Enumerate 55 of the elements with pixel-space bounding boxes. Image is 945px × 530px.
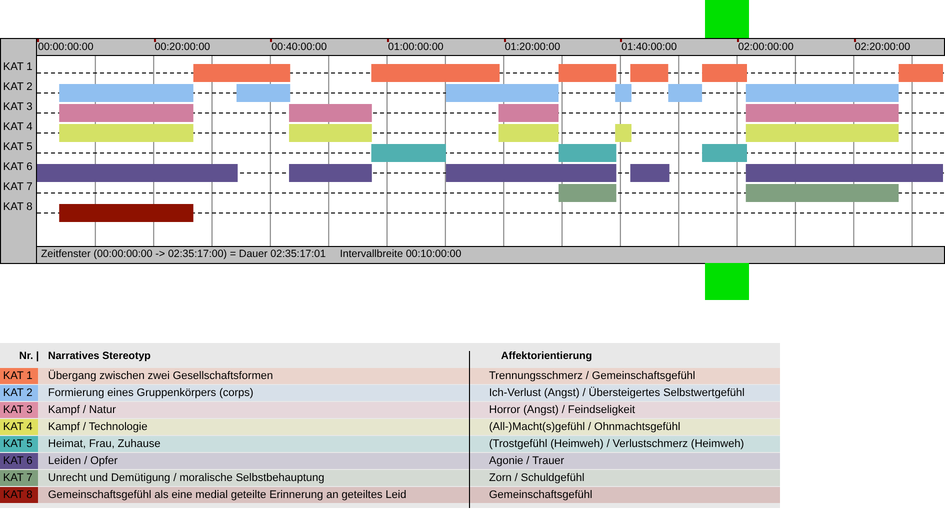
axis-tick-label: 02:00:00:00 <box>738 41 794 53</box>
category-badge: KAT 2 <box>0 384 38 401</box>
tick-mark <box>854 39 856 42</box>
affect-text: Trennungsschmerz / Gemeinschaftsgefühl <box>488 368 696 384</box>
category-badge: KAT 7 <box>0 470 38 486</box>
column-header: Narratives Stereotyp <box>47 349 152 364</box>
time-window-text: Zeitfenster (00:00:00:00 -> 02:35:17:00) = Dauer 02:35:17:01 <box>41 247 326 262</box>
stereotype-text: Übergang zwischen zwei Gesellschaftsformen <box>47 368 274 384</box>
category-badge: KAT 4 <box>0 418 38 435</box>
row-label: KAT 4 <box>2 121 33 133</box>
tick-mark <box>270 39 272 42</box>
stereotype-text: Heimat, Frau, Zuhause <box>47 436 162 452</box>
tick-mark <box>387 39 390 42</box>
interval-text: Intervallbreite 00:10:00:00 <box>340 247 462 262</box>
tick-mark <box>620 39 622 42</box>
tick-mark <box>37 39 39 42</box>
stereotype-text: Leiden / Opfer <box>47 454 119 468</box>
row-label: KAT 2 <box>2 81 33 93</box>
category-badge: KAT 6 <box>0 452 38 469</box>
stereotype-text: Formierung eines Gruppenkörpers (corps) <box>47 386 254 400</box>
axis-tick-label: 01:00:00:00 <box>388 41 444 53</box>
tick-mark <box>737 39 740 42</box>
category-badge: KAT 1 <box>0 368 38 384</box>
affect-text: Agonie / Trauer <box>488 454 564 468</box>
stereotype-text: Kampf / Technologie <box>47 420 148 434</box>
axis-tick-label: 02:20:00:00 <box>854 41 910 53</box>
axis-tick-label: 01:20:00:00 <box>504 41 560 53</box>
row-label: KAT 3 <box>2 101 33 113</box>
affect-text: Gemeinschaftsgefühl <box>488 488 592 502</box>
highlight-marker <box>705 263 749 300</box>
column-header: Nr. | <box>18 349 40 364</box>
axis-tick-label: 00:00:00:00 <box>38 41 94 53</box>
row-label: KAT 8 <box>2 201 33 213</box>
stereotype-text: Unrecht und Demütigung / moralische Selbstbehauptung <box>47 470 326 486</box>
row-label: KAT 6 <box>2 161 33 173</box>
affect-text: Horror (Angst) / Feindseligkeit <box>488 402 636 418</box>
tick-mark <box>504 39 506 42</box>
row-label: KAT 1 <box>2 61 33 73</box>
axis-tick-label: 01:40:00:00 <box>621 41 677 53</box>
affect-text: (All-)Macht(s)gefühl / Ohnmachtsgefühl <box>488 420 680 434</box>
affect-text: Ich-Verlust (Angst) / Übersteigertes Selbstwertgefühl <box>488 386 745 400</box>
category-badge: KAT 3 <box>0 402 38 418</box>
stereotype-text: Gemeinschaftsgefühl als eine medial geteilte Erinnerung an geteiltes Leid <box>47 488 408 502</box>
row-label: KAT 5 <box>2 141 33 153</box>
category-badge: KAT 5 <box>0 436 38 452</box>
column-header: Affektorientierung <box>500 349 592 364</box>
highlight-marker <box>705 0 749 38</box>
affect-text: Zorn / Schuldgefühl <box>488 470 584 486</box>
category-badge: KAT 8 <box>0 486 38 503</box>
row-label: KAT 7 <box>2 181 33 193</box>
axis-tick-label: 00:20:00:00 <box>154 41 210 53</box>
axis-tick-label: 00:40:00:00 <box>271 41 327 53</box>
stereotype-text: Kampf / Natur <box>47 402 117 418</box>
tick-mark <box>154 39 156 42</box>
affect-text: (Trostgefühl (Heimweh) / Verlustschmerz (Heimweh) <box>488 436 744 452</box>
